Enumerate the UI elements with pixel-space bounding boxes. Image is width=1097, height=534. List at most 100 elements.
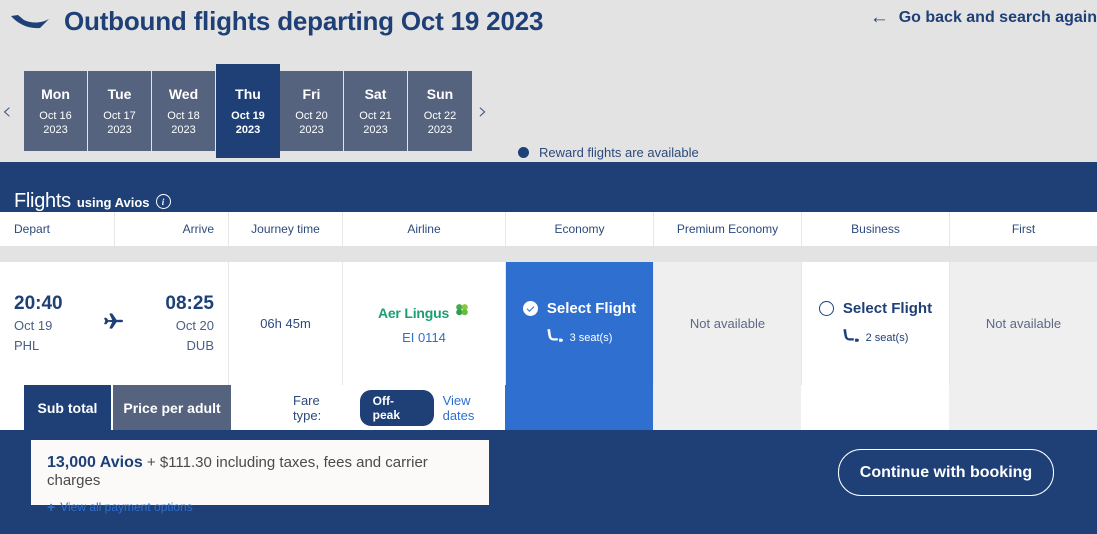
date-tab-sun[interactable]: Sun Oct 22 2023 bbox=[408, 71, 472, 151]
airline-seat-icon bbox=[546, 328, 563, 348]
subtotal-tabs: Sub total Price per adult bbox=[24, 385, 231, 430]
journey-time-value: 06h 45m bbox=[260, 316, 311, 331]
date-tab-dow: Sat bbox=[364, 85, 387, 102]
filled-circle-icon bbox=[518, 147, 529, 158]
arrive-block: 08:25 Oct 20 DUB bbox=[165, 292, 228, 356]
date-tab-dow: Fri bbox=[302, 85, 321, 102]
view-dates-link[interactable]: View dates bbox=[443, 393, 505, 423]
tab-sub-total[interactable]: Sub total bbox=[24, 385, 111, 430]
fare-column-extension-economy bbox=[505, 385, 653, 430]
flight-results-page: Outbound flights departing Oct 19 2023 ←… bbox=[0, 0, 1097, 534]
flight-number: EI 0114 bbox=[402, 330, 446, 345]
tab-price-per-adult[interactable]: Price per adult bbox=[111, 385, 231, 430]
reward-legend: Reward flights are available bbox=[518, 145, 699, 160]
price-summary-box: 13,000 Avios + $111.30 including taxes, … bbox=[31, 440, 489, 515]
journey-time-cell: 06h 45m bbox=[229, 262, 343, 385]
fare-column-extension-business bbox=[801, 385, 949, 430]
date-tab-year: 2023 bbox=[171, 123, 196, 136]
date-tab-tue[interactable]: Tue Oct 17 2023 bbox=[88, 71, 152, 151]
date-tab-thu[interactable]: Thu Oct 19 2023 bbox=[216, 64, 280, 158]
date-tab-year: 2023 bbox=[235, 123, 261, 136]
shamrock-icon bbox=[454, 302, 470, 323]
continue-with-booking-button[interactable]: Continue with booking bbox=[838, 449, 1054, 496]
fare-type-badge[interactable]: Off-peak bbox=[359, 389, 434, 426]
date-tab-dow: Thu bbox=[235, 85, 261, 102]
table-row: 20:40 Oct 19 PHL 08:25 Oct 20 DUB 06h 45… bbox=[0, 262, 1097, 430]
fare-seats-label: 2 seat(s) bbox=[865, 331, 909, 344]
fare-seats-wrap: 2 seat(s) bbox=[842, 328, 909, 348]
date-tab-dow: Mon bbox=[41, 85, 70, 102]
depart-airport: PHL bbox=[14, 337, 40, 353]
table-header-row: Depart Arrive Journey time Airline Econo… bbox=[0, 212, 1097, 246]
fare-type-label: Fare type: bbox=[293, 392, 322, 423]
fare-seats-label: 3 seat(s) bbox=[569, 331, 613, 344]
depart-time: 20:40 bbox=[14, 292, 63, 314]
flights-heading-main: Flights bbox=[14, 190, 71, 212]
date-tabs: Mon Oct 16 2023 Tue Oct 17 2023 Wed Oct … bbox=[24, 64, 472, 158]
airline-cell: Aer Lingus EI 0114 bbox=[343, 262, 506, 385]
date-tab-date: Oct 18 bbox=[167, 109, 200, 122]
flights-heading-sub: using Avios bbox=[76, 195, 150, 210]
airline-name: Aer Lingus bbox=[377, 304, 450, 321]
date-tab-date: Oct 19 bbox=[231, 109, 265, 122]
fare-unavailable-label: Not available bbox=[689, 316, 766, 331]
column-header-journey-time: Journey time bbox=[229, 212, 343, 246]
date-tab-wed[interactable]: Wed Oct 18 2023 bbox=[152, 71, 216, 151]
date-tab-year: 2023 bbox=[299, 123, 324, 136]
date-tab-dow: Sun bbox=[426, 85, 454, 102]
date-selector-strip: ‹ › Mon Oct 16 2023 Tue Oct 17 2023 Wed … bbox=[0, 60, 1097, 162]
date-tab-date: Oct 20 bbox=[295, 109, 328, 122]
date-tab-date: Oct 16 bbox=[39, 109, 72, 122]
fare-cell-premium-economy: Not available bbox=[654, 262, 802, 385]
date-tab-date: Oct 22 bbox=[423, 109, 457, 122]
fare-select-label: Select Flight bbox=[546, 299, 637, 317]
date-tab-year: 2023 bbox=[107, 123, 132, 136]
date-tab-dow: Tue bbox=[107, 85, 132, 102]
reward-legend-label: Reward flights are available bbox=[539, 145, 699, 160]
fare-column-extension-first bbox=[949, 385, 1097, 430]
page-title: Outbound flights departing Oct 19 2023 bbox=[64, 6, 544, 36]
date-tab-date: Oct 17 bbox=[103, 109, 136, 122]
airline-seat-icon bbox=[842, 328, 859, 348]
column-header-business: Business bbox=[802, 212, 950, 246]
fare-cell-economy[interactable]: Select Flight 3 seat(s) bbox=[506, 262, 654, 385]
depart-block: 20:40 Oct 19 PHL bbox=[0, 292, 63, 356]
date-tab-date: Oct 21 bbox=[359, 109, 392, 122]
view-payment-options-link[interactable]: + View all payment options bbox=[47, 499, 473, 515]
date-tab-mon[interactable]: Mon Oct 16 2023 bbox=[24, 71, 88, 151]
fare-select-label-wrap: Select Flight bbox=[522, 299, 637, 317]
go-back-link[interactable]: ← Go back and search again bbox=[870, 8, 1097, 27]
flights-table: Depart Arrive Journey time Airline Econo… bbox=[0, 212, 1097, 430]
page-header: Outbound flights departing Oct 19 2023 ←… bbox=[0, 0, 1097, 56]
airplane-icon bbox=[102, 309, 126, 338]
arrive-time: 08:25 bbox=[165, 292, 214, 314]
arrive-airport: DUB bbox=[186, 337, 214, 353]
info-circle-icon[interactable]: i bbox=[155, 194, 171, 209]
depart-date: Oct 19 bbox=[14, 317, 53, 333]
date-tab-fri[interactable]: Fri Oct 20 2023 bbox=[280, 71, 344, 151]
go-back-label: Go back and search again bbox=[898, 8, 1097, 26]
avios-amount: 13,000 Avios bbox=[47, 454, 143, 471]
radio-checked-icon bbox=[522, 300, 538, 316]
arrive-date: Oct 20 bbox=[175, 317, 214, 333]
fare-select-label-wrap: Select Flight bbox=[818, 300, 932, 317]
column-header-depart: Depart bbox=[0, 212, 115, 246]
subtotal-bar: Sub total Price per adult Fare type: Off… bbox=[0, 385, 505, 430]
flights-heading: Flights using Avios i bbox=[14, 190, 171, 213]
chevron-right-icon[interactable]: › bbox=[478, 99, 488, 123]
column-header-first: First bbox=[1011, 222, 1036, 236]
chevron-left-icon[interactable]: ‹ bbox=[2, 99, 12, 123]
title-group: Outbound flights departing Oct 19 2023 bbox=[10, 6, 543, 37]
date-tab-sat[interactable]: Sat Oct 21 2023 bbox=[344, 71, 408, 151]
fare-cell-business[interactable]: Select Flight 2 seat(s) bbox=[802, 262, 950, 385]
plus-icon: + bbox=[47, 499, 56, 515]
date-tab-year: 2023 bbox=[43, 123, 68, 136]
fare-cell-first: Not available bbox=[950, 262, 1097, 385]
date-tab-year: 2023 bbox=[427, 123, 453, 136]
column-header-premium-economy: Premium Economy bbox=[654, 212, 802, 246]
flight-times-cell: 20:40 Oct 19 PHL 08:25 Oct 20 DUB bbox=[0, 262, 229, 385]
fare-seats-wrap: 3 seat(s) bbox=[546, 328, 613, 348]
arrow-left-icon: ← bbox=[869, 7, 889, 28]
table-gap bbox=[0, 246, 1097, 262]
column-header-airline: Airline bbox=[343, 212, 506, 246]
